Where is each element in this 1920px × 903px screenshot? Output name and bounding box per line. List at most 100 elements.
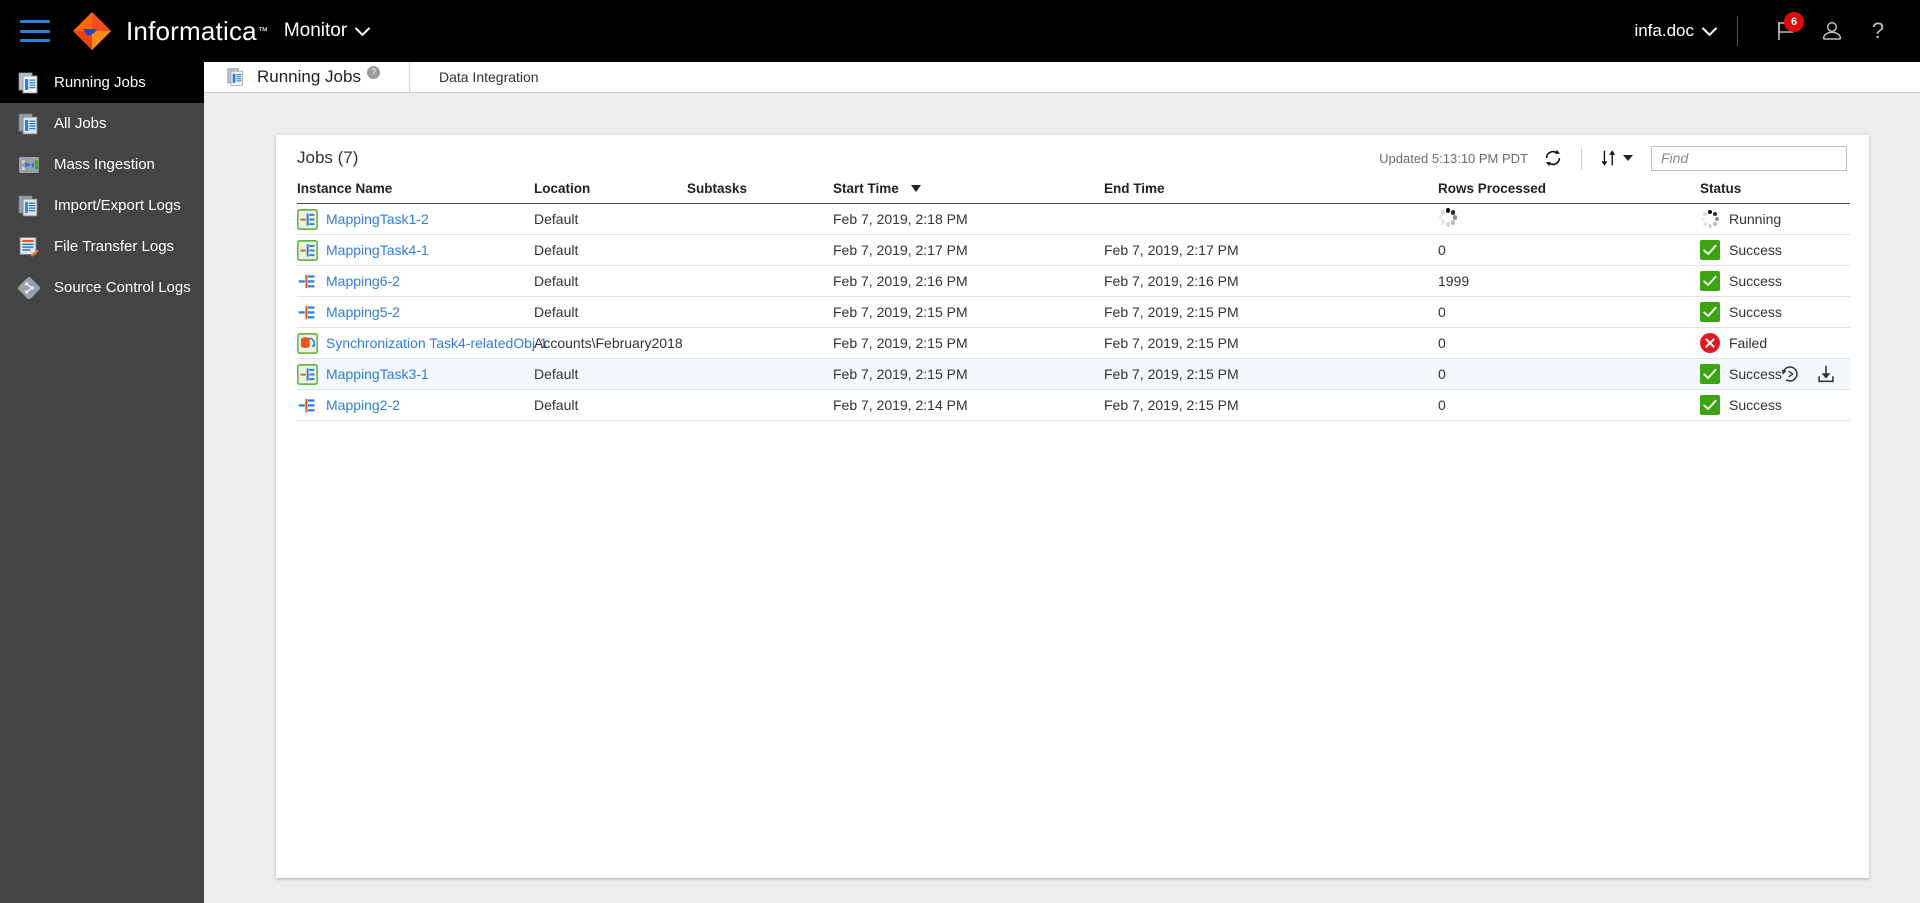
cell-start-time: Feb 7, 2019, 2:17 PM [833,234,1104,266]
mapping-task-icon [297,239,318,261]
rows-processed-value: 0 [1438,242,1446,258]
column-header-subtasks[interactable]: Subtasks [687,181,833,204]
download-log-icon[interactable] [1815,363,1837,385]
rows-processed-value: 0 [1438,366,1446,382]
sidebar-item-label: Running Jobs [54,74,146,91]
job-name-link[interactable]: MappingTask3-1 [326,366,429,382]
cell-status: Success [1700,265,1850,297]
cell-subtasks [687,234,833,266]
cell-end-time: Feb 7, 2019, 2:15 PM [1104,358,1438,390]
column-header-instance-name[interactable]: Instance Name [297,181,534,204]
help-icon[interactable]: ? [366,65,380,79]
success-icon [1700,364,1720,384]
sidebar-item-mass-ingestion[interactable]: Mass Ingestion [0,144,204,185]
cell-rows-processed [1438,203,1700,235]
rerun-icon[interactable] [1779,363,1801,385]
cell-rows-processed: 0 [1438,389,1700,421]
import-export-logs-icon [17,194,41,218]
loading-spinner-icon [1438,208,1458,228]
status-badge: Running [1729,211,1782,227]
toolbar-divider [1581,146,1582,170]
loading-spinner-icon [1700,209,1720,229]
status-badge: Failed [1729,335,1768,351]
column-header-end-time[interactable]: End Time [1104,181,1438,204]
source-control-logs-icon [17,276,41,300]
last-updated-label: Updated 5:13:10 PM PDT [1379,150,1528,166]
tab-running-jobs[interactable]: Running Jobs ? [204,62,380,93]
account-button[interactable] [1812,11,1852,51]
success-icon [1700,395,1720,415]
page-tabstrip: Running Jobs ? Data Integration [204,61,1920,93]
sort-button[interactable] [1598,147,1633,169]
table-row[interactable]: MappingTask1-2 Default Feb 7, 2019, 2:18 P… [297,203,1850,235]
cell-location: Default [534,265,687,297]
cell-start-time: Feb 7, 2019, 2:15 PM [833,358,1104,390]
search-input[interactable] [1651,145,1847,171]
sidebar-item-source-control-logs[interactable]: Source Control Logs [0,267,204,308]
refresh-button[interactable] [1541,146,1565,170]
cell-instance-name: MappingTask3-1 [297,358,534,390]
table-row[interactable]: MappingTask3-1 Default Feb 7, 2019, 2:15 P… [297,358,1850,390]
column-header-location[interactable]: Location [534,181,687,204]
sidebar-item-all-jobs[interactable]: All Jobs [0,103,204,144]
cell-status: Success [1700,296,1850,328]
org-chevron-down-icon[interactable] [1701,20,1718,36]
column-header-start-time[interactable]: Start Time [833,181,1104,204]
hamburger-icon[interactable] [20,20,50,42]
cell-end-time: Feb 7, 2019, 2:16 PM [1104,265,1438,297]
job-name-link[interactable]: Mapping5-2 [326,304,400,320]
table-row[interactable]: Mapping6-2 Default Feb 7, 2019, 2:16 PM Feb… [297,265,1850,297]
sidebar-item-running-jobs[interactable]: Running Jobs [0,62,204,103]
help-button[interactable]: ? [1858,11,1898,51]
rows-processed-value: 0 [1438,397,1446,413]
cell-instance-name: MappingTask4-1 [297,234,534,266]
cell-rows-processed: 0 [1438,296,1700,328]
mapping-icon [297,271,318,292]
job-name-link[interactable]: MappingTask1-2 [326,211,429,227]
sidebar-item-import-export-logs[interactable]: Import/Export Logs [0,185,204,226]
status-badge: Success [1729,242,1782,258]
rows-processed-value: 0 [1438,304,1446,320]
chevron-down-icon[interactable] [354,20,371,36]
cell-status: Success [1700,234,1850,266]
cell-start-time: Feb 7, 2019, 2:18 PM [833,203,1104,235]
status-badge: Success [1729,304,1782,320]
toolbar-actions: Updated 5:13:10 PM PDT [1379,145,1869,171]
cell-instance-name: Mapping2-2 [297,389,534,421]
sidebar: Running Jobs All Jobs Mass Ingestion Imp… [0,62,204,903]
job-name-link[interactable]: Mapping6-2 [326,273,400,289]
column-header-status[interactable]: Status [1700,181,1850,204]
service-name: Monitor [283,20,348,41]
jobs-table-header: Instance Name Location Subtasks Start Ti… [297,181,1850,204]
user-icon [1822,21,1842,40]
rows-processed-value: 0 [1438,335,1446,351]
table-row[interactable]: MappingTask4-1 Default Feb 7, 2019, 2:17 P… [297,234,1850,266]
notifications-button[interactable]: 6 [1766,11,1806,51]
table-row[interactable]: Mapping5-2 Default Feb 7, 2019, 2:15 PM Feb… [297,296,1850,328]
table-row[interactable]: Mapping2-2 Default Feb 7, 2019, 2:14 PM Feb… [297,389,1850,421]
cell-start-time: Feb 7, 2019, 2:15 PM [833,327,1104,359]
sidebar-item-label: All Jobs [54,115,107,132]
column-header-rows-processed[interactable]: Rows Processed [1438,181,1700,204]
sidebar-item-label: File Transfer Logs [54,238,175,255]
job-name-link[interactable]: Mapping2-2 [326,397,400,413]
success-icon [1700,302,1720,322]
table-row[interactable]: Synchronization Task4-relatedObj-1 Accoun… [297,327,1850,359]
cell-instance-name: MappingTask1-2 [297,203,534,235]
job-name-link[interactable]: MappingTask4-1 [326,242,429,258]
cell-instance-name: Mapping5-2 [297,296,534,328]
sidebar-item-file-transfer-logs[interactable]: File Transfer Logs [0,226,204,267]
header-divider [1737,16,1738,46]
informatica-logo-icon [70,9,114,53]
cell-subtasks [687,265,833,297]
cell-status: Running [1700,203,1850,235]
job-name-link[interactable]: Synchronization Task4-relatedObj-1 [326,335,548,351]
column-label: Subtasks [687,181,748,196]
column-label: Status [1700,181,1742,196]
sort-descending-icon [910,185,921,192]
tab-data-integration[interactable]: Data Integration [439,69,539,85]
cell-rows-processed: 0 [1438,358,1700,390]
cell-status: Success [1700,389,1850,421]
question-mark-icon: ? [1872,18,1884,43]
cell-end-time: Feb 7, 2019, 2:15 PM [1104,389,1438,421]
